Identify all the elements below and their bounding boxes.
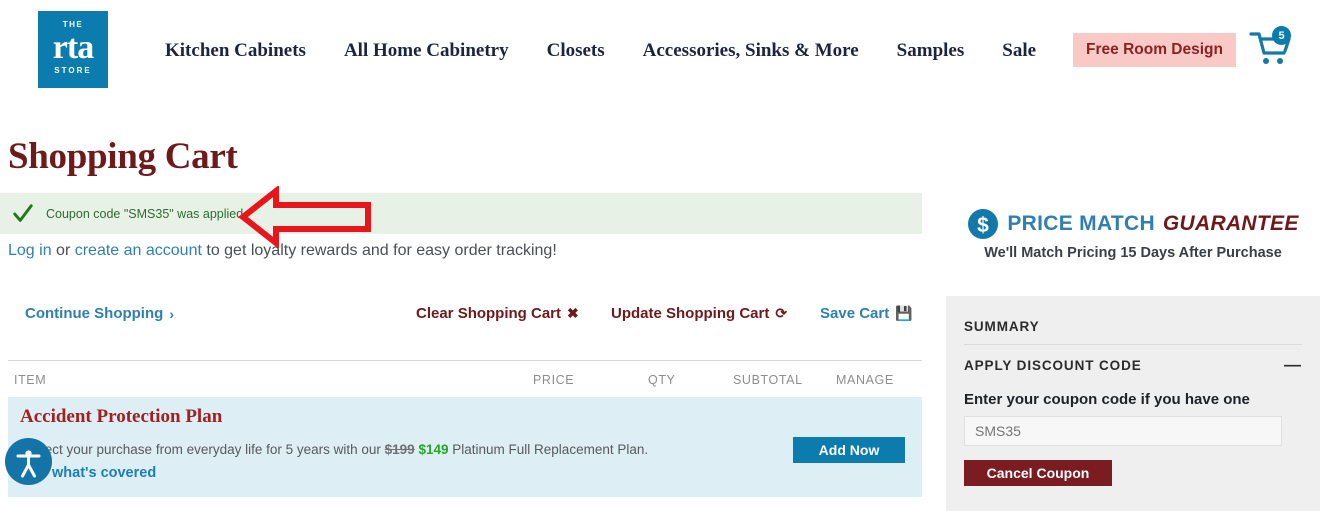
summary-panel: SUMMARY APPLY DISCOUNT CODE — Enter your… [946,296,1320,511]
update-shopping-cart-link[interactable]: Update Shopping Cart ⟳ [611,305,787,322]
summary-divider [964,344,1302,345]
guarantee-text: GUARANTEE [1162,212,1299,235]
continue-shopping-link[interactable]: Continue Shopping › [25,305,174,322]
accident-protection-plan-row: Accident Protection Plan Protect your pu… [8,397,922,497]
summary-heading: SUMMARY [964,319,1040,334]
dollar-circle-icon: $ [968,209,999,239]
save-cart-label: Save Cart [820,305,890,322]
continue-shopping-label: Continue Shopping [25,305,164,322]
site-logo[interactable]: THE rta STORE [38,11,108,88]
protection-plan-desc-prefix: Protect your purchase from everyday life… [20,442,385,457]
protection-plan-new-price: $149 [418,442,449,457]
svg-text:$: $ [978,214,990,237]
whats-covered-link[interactable]: what's covered [52,465,156,481]
free-room-design-button[interactable]: Free Room Design [1073,33,1236,67]
coupon-applied-text: Coupon code "SMS35" was applied. [46,206,247,221]
check-icon [13,203,33,222]
site-header: THE rta STORE Kitchen Cabinets All Home … [0,0,1320,100]
save-disk-icon: 💾 [895,305,913,321]
column-header-qty: QTY [648,373,676,387]
price-match-subtitle: We'll Match Pricing 15 Days After Purcha… [984,245,1282,261]
logo-the-text: THE [62,20,84,29]
nav-item-all-home-cabinetry[interactable]: All Home Cabinetry [344,40,509,62]
chevron-right-icon: › [169,305,174,322]
cart-button[interactable]: 5 [1248,26,1294,70]
column-header-price: PRICE [533,373,575,387]
add-now-button[interactable]: Add Now [793,437,905,463]
logo-rta-text: rta [52,29,94,66]
accessibility-widget-button[interactable] [5,438,52,485]
nav-item-samples[interactable]: Samples [897,40,965,62]
clear-shopping-cart-link[interactable]: Clear Shopping Cart ✖ [416,305,579,322]
page-title: Shopping Cart [8,136,238,177]
update-shopping-cart-label: Update Shopping Cart [611,305,770,322]
login-rest-text: to get loyalty rewards and for easy orde… [201,242,557,259]
apply-discount-code-heading: APPLY DISCOUNT CODE [964,358,1142,373]
close-icon: ✖ [567,305,579,321]
cart-count-badge: 5 [1272,26,1291,45]
price-match-text: PRICE MATCH [1007,212,1155,235]
shopping-cart-page: THE rta STORE Kitchen Cabinets All Home … [0,0,1320,511]
main-navigation: Kitchen Cabinets All Home Cabinetry Clos… [165,38,1036,64]
nav-item-accessories-sinks-more[interactable]: Accessories, Sinks & More [643,40,859,62]
price-match-guarantee: $ PRICE MATCH GUARANTEE We'll Match Pric… [946,208,1320,261]
column-header-item: ITEM [14,373,47,387]
coupon-input-label: Enter your coupon code if you have one [964,391,1250,408]
coupon-applied-alert: Coupon code "SMS35" was applied. [0,193,922,234]
protection-plan-title: Accident Protection Plan [20,406,223,427]
clear-shopping-cart-label: Clear Shopping Cart [416,305,562,322]
price-match-headline: $ PRICE MATCH GUARANTEE [946,208,1320,240]
save-cart-link[interactable]: Save Cart 💾 [820,305,913,322]
login-or-text: or [51,242,75,259]
column-header-subtotal: SUBTOTAL [733,373,803,387]
cancel-coupon-button[interactable]: Cancel Coupon [964,460,1112,486]
cart-table-header: ITEM PRICE QTY SUBTOTAL MANAGE [8,360,922,398]
logo-store-text: STORE [54,66,92,75]
column-header-manage: MANAGE [836,373,894,387]
accessibility-icon [16,450,41,478]
protection-plan-description: Protect your purchase from everyday life… [20,442,648,457]
nav-item-closets[interactable]: Closets [547,40,605,62]
cart-actions-bar: Continue Shopping › Clear Shopping Cart … [0,300,922,330]
collapse-minus-icon[interactable]: — [1284,356,1301,373]
login-prompt: Log in or create an account to get loyal… [8,242,557,260]
log-in-link[interactable]: Log in [8,242,52,259]
create-account-link[interactable]: create an account [75,242,202,259]
protection-plan-desc-suffix: Platinum Full Replacement Plan. [448,442,649,457]
refresh-icon: ⟳ [775,305,788,321]
protection-plan-old-price: $199 [384,442,415,457]
nav-item-kitchen-cabinets[interactable]: Kitchen Cabinets [165,40,306,62]
nav-item-sale[interactable]: Sale [1002,40,1036,62]
coupon-code-input[interactable] [964,416,1282,446]
